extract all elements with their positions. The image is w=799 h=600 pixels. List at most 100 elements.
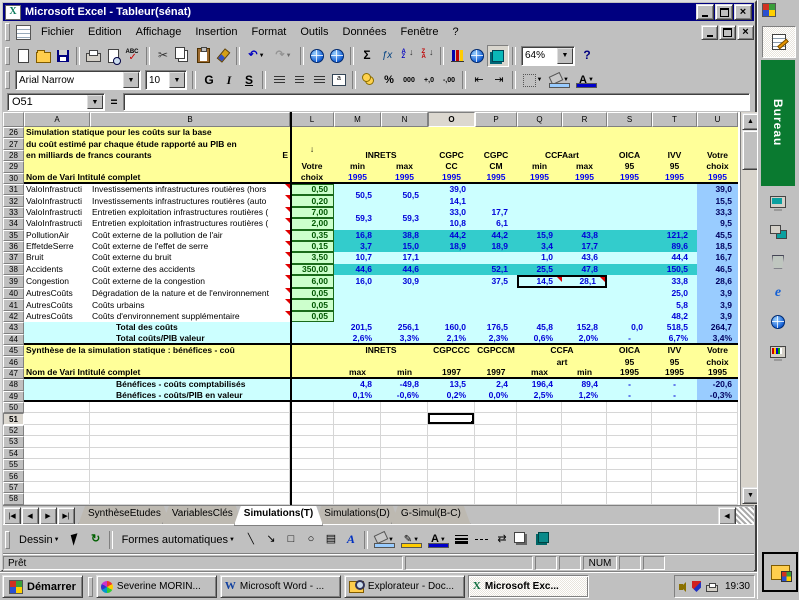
menu-item-insertion[interactable]: Insertion — [188, 23, 244, 41]
column-header-Q[interactable]: Q — [517, 112, 562, 127]
cell[interactable] — [428, 425, 475, 436]
cell[interactable] — [607, 493, 652, 504]
increase-indent-button[interactable]: ⇥ — [489, 70, 509, 90]
cell[interactable] — [697, 402, 738, 413]
cell[interactable] — [697, 448, 738, 459]
help-button[interactable]: ? — [577, 46, 597, 66]
cell[interactable] — [381, 311, 428, 322]
cell[interactable] — [697, 436, 738, 447]
row-header-27[interactable]: 27 — [3, 138, 24, 149]
cell[interactable]: 38,8 — [381, 230, 428, 241]
cell[interactable]: Dégradation de la nature et de l'environ… — [90, 288, 290, 299]
cell[interactable] — [517, 459, 562, 470]
restore-button[interactable] — [715, 4, 733, 20]
column-header-T[interactable]: T — [652, 112, 697, 127]
cell[interactable] — [607, 207, 652, 218]
redo-button[interactable]: ↷▼ — [270, 46, 297, 66]
cell[interactable]: 39,0 — [428, 184, 475, 195]
cell[interactable] — [90, 459, 290, 470]
cell[interactable]: Coûts d'environnement supplémentaire — [90, 311, 290, 322]
fill-color-button[interactable]: ▼ — [546, 70, 573, 90]
cell[interactable]: choix — [697, 356, 738, 367]
cell[interactable] — [24, 379, 90, 390]
cell[interactable]: en milliards de francs courantsE — [24, 150, 290, 161]
cell[interactable] — [290, 436, 334, 447]
row-header-49[interactable]: 49 — [3, 391, 24, 402]
cell[interactable]: 256,1 — [381, 322, 428, 333]
cell[interactable]: -20,6 — [697, 379, 738, 390]
cell[interactable]: 89,6 — [652, 241, 697, 252]
decrease-indent-button[interactable]: ⇤ — [469, 70, 489, 90]
cell[interactable]: Simulation statique pour les coûts sur l… — [24, 127, 290, 138]
cell[interactable]: Nom de Vari Intitulé complet — [24, 173, 290, 184]
cell[interactable]: INRETS — [334, 345, 428, 356]
cell[interactable] — [697, 470, 738, 481]
row-header-38[interactable]: 38 — [3, 264, 24, 275]
cell[interactable]: IVV — [652, 150, 697, 161]
cell[interactable] — [381, 448, 428, 459]
align-right-button[interactable] — [309, 70, 329, 90]
task-button-severine-morin[interactable]: Severine MORIN... — [96, 575, 217, 598]
cell[interactable]: 37,5 — [475, 275, 517, 288]
row-header-41[interactable]: 41 — [3, 299, 24, 310]
antivirus-shield-icon[interactable] — [692, 581, 701, 592]
cell[interactable] — [475, 493, 517, 504]
cell[interactable] — [517, 448, 562, 459]
cell[interactable] — [475, 402, 517, 413]
cell[interactable]: 1995 — [697, 368, 738, 379]
cell[interactable]: 45,8 — [517, 322, 562, 333]
cell[interactable] — [381, 425, 428, 436]
cell[interactable]: 176,5 — [475, 322, 517, 333]
cell[interactable] — [475, 425, 517, 436]
cell[interactable]: -49,8 — [381, 379, 428, 390]
redo-button-dropdown-icon[interactable]: ▼ — [286, 53, 292, 59]
arrow-style-button[interactable]: ⇄ — [492, 530, 512, 550]
cell[interactable]: 1995 — [652, 173, 697, 184]
drawing-button[interactable] — [487, 45, 509, 67]
task-button-microsoft-word[interactable]: Microsoft Word - ... — [220, 575, 341, 598]
cell[interactable]: 89,4 — [562, 379, 607, 390]
cell[interactable]: 0,05 — [290, 311, 334, 322]
cell[interactable] — [428, 402, 475, 413]
column-header-M[interactable]: M — [334, 112, 381, 127]
row-header-56[interactable]: 56 — [3, 470, 24, 481]
cell[interactable] — [562, 218, 607, 229]
desktop-folder-button[interactable] — [762, 552, 798, 592]
zoom-combo-dropdown-icon[interactable]: ▼ — [557, 48, 573, 64]
increase-decimal-button[interactable]: +,0 — [419, 70, 439, 90]
cell[interactable] — [607, 252, 652, 263]
sheet-tab-synth-seetudes[interactable]: SynthèseEtudes — [78, 506, 171, 525]
cell[interactable] — [428, 275, 475, 288]
cell[interactable]: 1995 — [475, 173, 517, 184]
dash-style-button[interactable] — [472, 530, 492, 550]
cell[interactable] — [475, 459, 517, 470]
cell[interactable] — [607, 459, 652, 470]
row-header-32[interactable]: 32 — [3, 195, 24, 206]
web-globe-icon[interactable] — [762, 307, 794, 336]
cell[interactable]: 0,6% — [517, 334, 562, 345]
cell[interactable]: 3,9 — [697, 311, 738, 322]
cell[interactable] — [90, 482, 290, 493]
row-header-52[interactable]: 52 — [3, 425, 24, 436]
toolbar-grip[interactable] — [5, 531, 10, 549]
cell[interactable]: max — [562, 161, 607, 172]
cell[interactable] — [24, 413, 90, 424]
copy-button[interactable] — [173, 46, 193, 66]
cell[interactable] — [517, 311, 562, 322]
row-header-48[interactable]: 48 — [3, 379, 24, 390]
cell[interactable]: 59,3 — [334, 207, 381, 230]
row-header-40[interactable]: 40 — [3, 288, 24, 299]
start-button[interactable]: Démarrer — [2, 575, 83, 598]
cell[interactable] — [607, 195, 652, 206]
cell[interactable]: 33,8 — [652, 275, 697, 288]
align-left-button[interactable] — [269, 70, 289, 90]
cell[interactable] — [428, 482, 475, 493]
italic-button[interactable]: I — [219, 70, 239, 90]
draw-line-color-button[interactable]: ✎▼ — [398, 530, 425, 550]
name-box[interactable]: O51 ▼ — [7, 93, 105, 111]
cell[interactable] — [290, 448, 334, 459]
cell[interactable]: 0,1% — [334, 391, 381, 402]
cell[interactable]: 1995 — [697, 173, 738, 184]
print-preview-button[interactable] — [103, 46, 123, 66]
cell[interactable] — [517, 288, 562, 299]
